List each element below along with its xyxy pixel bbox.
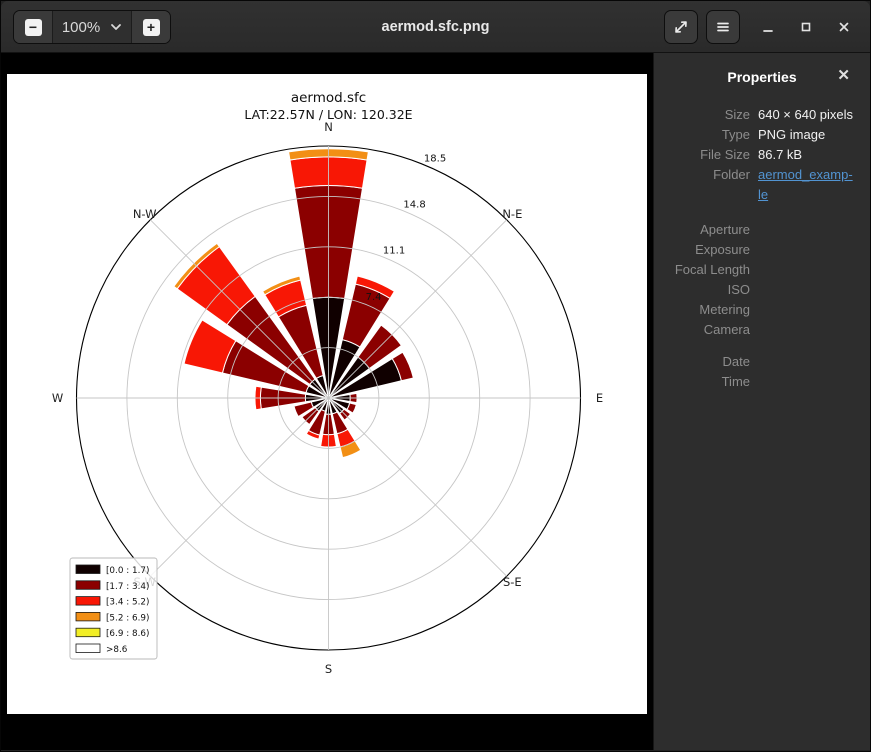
legend-swatch xyxy=(76,597,100,606)
properties-header: Properties ✕ xyxy=(666,65,858,89)
close-button[interactable] xyxy=(834,10,854,44)
main-content: aermod.sfcLAT:22.57N / LON: 120.32E7.411… xyxy=(1,53,870,750)
legend-item-label: [5.2 : 6.9) xyxy=(106,613,149,623)
image-viewer-window: − 100% + aermod.sfc.png xyxy=(0,0,871,752)
compass-label-E: E xyxy=(596,391,603,405)
property-row: File Size 86.7 kB xyxy=(666,145,858,165)
properties-close-button[interactable]: ✕ xyxy=(837,66,850,84)
property-row: Date xyxy=(666,352,858,372)
zoom-out-button[interactable]: − xyxy=(14,11,52,43)
ring-label: 18.5 xyxy=(424,154,446,165)
legend-swatch xyxy=(76,628,100,637)
property-row: Exposure xyxy=(666,240,858,260)
property-value: PNG image xyxy=(758,125,825,145)
legend-swatch xyxy=(76,644,100,653)
compass-label-N-W: N-W xyxy=(133,207,157,221)
property-value: 86.7 kB xyxy=(758,145,802,165)
image-canvas: aermod.sfcLAT:22.57N / LON: 120.32E7.411… xyxy=(1,53,653,750)
property-label: Aperture xyxy=(666,220,750,240)
zoom-controls: − 100% + xyxy=(13,10,171,44)
compass-label-W: W xyxy=(52,391,63,405)
maximize-button[interactable] xyxy=(796,10,816,44)
property-label: ISO xyxy=(666,280,750,300)
ring-label: 14.8 xyxy=(403,200,425,211)
property-row: ISO xyxy=(666,280,858,300)
property-row: Camera xyxy=(666,320,858,340)
zoom-level-dropdown[interactable]: 100% xyxy=(52,11,132,43)
property-row: Size 640 × 640 pixels xyxy=(666,105,858,125)
zoom-in-button[interactable]: + xyxy=(132,11,170,43)
property-value: 640 × 640 pixels xyxy=(758,105,853,125)
legend-item-label: [3.4 : 5.2) xyxy=(106,598,149,608)
properties-rows: Size640 × 640 pixelsTypePNG imageFile Si… xyxy=(666,105,858,392)
chevron-down-icon xyxy=(110,21,122,33)
polar-grid-spoke xyxy=(329,398,507,576)
zoom-level-value: 100% xyxy=(62,19,100,36)
hamburger-menu-icon xyxy=(715,19,731,35)
maximize-icon xyxy=(799,20,813,34)
property-row: Folderaermod_examp-le xyxy=(666,165,858,205)
minimize-icon xyxy=(761,20,775,34)
ring-label: 11.1 xyxy=(383,246,405,257)
property-row: Metering xyxy=(666,300,858,320)
windrose-plot: aermod.sfcLAT:22.57N / LON: 120.32E7.411… xyxy=(7,74,647,714)
legend-item-label: [0.0 : 1.7) xyxy=(106,566,149,576)
compass-label-N: N xyxy=(324,120,333,134)
property-row: Type PNG image xyxy=(666,125,858,145)
legend-swatch xyxy=(76,565,100,574)
polar-grid-spoke xyxy=(150,398,328,576)
property-label: Date xyxy=(666,352,750,372)
property-value: aermod_examp-le xyxy=(758,165,853,205)
property-label: Metering xyxy=(666,300,750,320)
ring-label: 7.4 xyxy=(366,292,382,303)
legend-item-label: >8.6 xyxy=(106,645,128,655)
property-label: Exposure xyxy=(666,240,750,260)
folder-link[interactable]: aermod_examp-le xyxy=(758,167,853,202)
headerbar: − 100% + aermod.sfc.png xyxy=(1,1,870,53)
property-row: Focal Length xyxy=(666,260,858,280)
compass-label-S-E: S-E xyxy=(503,575,522,589)
viewed-image: aermod.sfcLAT:22.57N / LON: 120.32E7.411… xyxy=(7,74,647,714)
property-label: Size xyxy=(666,105,750,125)
minimize-button[interactable] xyxy=(758,10,778,44)
fullscreen-icon xyxy=(673,19,689,35)
headerbar-right xyxy=(664,10,854,44)
property-label: Type xyxy=(666,125,750,145)
property-label: Folder xyxy=(666,165,750,205)
legend-swatch xyxy=(76,612,100,621)
properties-panel: Properties ✕ Size 640 × 640 pixels Type PNG… xyxy=(653,53,870,750)
property-label: Focal Length xyxy=(666,260,750,280)
property-label: Camera xyxy=(666,320,750,340)
zoom-in-icon: + xyxy=(143,19,160,36)
zoom-out-icon: − xyxy=(25,19,42,36)
legend-item-label: [6.9 : 8.6) xyxy=(106,629,149,639)
fullscreen-button[interactable] xyxy=(664,10,698,44)
property-label: Time xyxy=(666,372,750,392)
chart-title: aermod.sfc xyxy=(291,90,366,106)
compass-label-S: S xyxy=(325,662,332,676)
property-row: Aperture xyxy=(666,220,858,240)
properties-title: Properties xyxy=(727,69,796,85)
legend-swatch xyxy=(76,581,100,590)
property-row: Time xyxy=(666,372,858,392)
compass-label-N-E: N-E xyxy=(502,207,522,221)
close-icon xyxy=(837,20,851,34)
property-label: File Size xyxy=(666,145,750,165)
menu-button[interactable] xyxy=(706,10,740,44)
legend-item-label: [1.7 : 3.4) xyxy=(106,582,149,592)
